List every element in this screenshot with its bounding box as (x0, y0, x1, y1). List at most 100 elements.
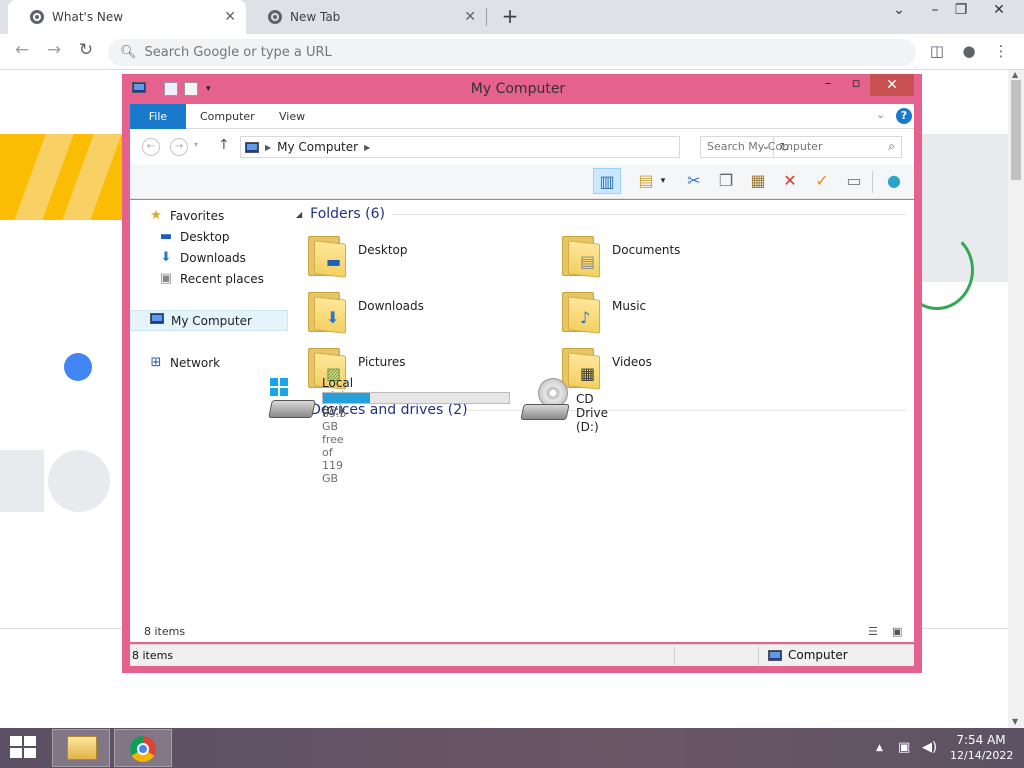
globe-icon[interactable]: ● (880, 168, 908, 194)
paste-icon[interactable]: ▦ (744, 168, 772, 194)
forward-icon[interactable]: → (170, 138, 188, 156)
up-icon[interactable]: ↑ (218, 137, 230, 153)
cut-icon[interactable]: ✂ (680, 168, 708, 194)
delete-icon[interactable]: ✕ (776, 168, 804, 194)
chrome-icon (130, 736, 156, 762)
omnibox[interactable]: 🔍︎ (108, 39, 916, 66)
folder-documents[interactable]: ▤ Documents (550, 228, 800, 280)
back-icon[interactable]: ← (10, 40, 34, 60)
properties-dropdown-icon[interactable]: ▾ (656, 168, 670, 194)
folder-music[interactable]: ♪ Music (550, 284, 800, 336)
drive-label: CD Drive (D:) (576, 392, 608, 434)
breadcrumb-arrow-icon[interactable]: ▶ (265, 143, 271, 152)
page-scrollbar[interactable]: ▲ ▼ (1008, 70, 1024, 728)
downloads-icon: ⬇ (160, 250, 172, 265)
nav-network[interactable]: ⊞ Network (130, 352, 288, 373)
folder-videos[interactable]: ▦ Videos (550, 340, 800, 392)
close-window-icon[interactable]: ✕ (986, 2, 1012, 18)
windows-logo-icon (10, 736, 36, 758)
rename-icon[interactable]: ▭ (840, 168, 868, 194)
content-pane: ◢ Folders (6) ▬ Desktop ▤ Documents ⬇ Do… (268, 200, 914, 622)
large-icons-view-icon[interactable]: ▣ (892, 625, 906, 638)
tab-separator (486, 8, 487, 26)
navigation-pane: ★ Favorites ▬ Desktop ⬇ Downloads ▣ Rece… (130, 200, 288, 622)
close-tab-icon[interactable]: ✕ (464, 9, 476, 25)
taskbar-chrome[interactable] (114, 729, 172, 767)
restore-icon[interactable]: ❐ (948, 2, 974, 18)
folder-desktop[interactable]: ▬ Desktop (296, 228, 546, 280)
desktop-icon: ▬ (159, 229, 173, 244)
preview-pane-icon[interactable]: ▥ (593, 168, 621, 194)
folders-group-header[interactable]: ◢ Folders (6) (296, 204, 906, 224)
checkmark-icon[interactable]: ✓ (808, 168, 836, 194)
ribbon-file-tab[interactable]: File (130, 104, 186, 129)
nav-label: Desktop (180, 229, 230, 244)
scroll-down-icon[interactable]: ▼ (1012, 717, 1018, 726)
ribbon: File Computer View ⌄ ? (130, 104, 914, 129)
folder-label: Documents (612, 243, 681, 257)
back-icon[interactable]: ← (142, 138, 160, 156)
nav-label: Network (170, 355, 221, 370)
scrollbar-thumb[interactable] (1011, 80, 1021, 180)
details-view-icon[interactable]: ☰ (868, 625, 882, 638)
search-input[interactable] (707, 140, 867, 153)
folder-downloads[interactable]: ⬇ Downloads (296, 284, 546, 336)
tab-new-tab[interactable]: New Tab ✕ (246, 0, 486, 34)
tab-title: What's New (52, 10, 124, 24)
group-divider (392, 214, 906, 215)
scroll-up-icon[interactable]: ▲ (1012, 70, 1018, 79)
drive-free-space: 89.5 GB free of 119 GB (322, 407, 347, 485)
nav-favorites[interactable]: ★ Favorites (130, 205, 288, 226)
status-bar: 8 items Computer (130, 644, 914, 666)
window-title: My Computer (470, 81, 566, 97)
close-icon[interactable]: ✕ (870, 74, 914, 96)
status-separator (674, 647, 675, 665)
breadcrumb-arrow-icon[interactable]: ▶ (364, 143, 370, 152)
nav-my-computer[interactable]: My Computer (130, 310, 288, 331)
explorer-titlebar[interactable]: ▾ My Computer – ▫ ✕ (122, 74, 922, 104)
forward-icon[interactable]: → (42, 40, 66, 60)
volume-icon[interactable]: ◀) (922, 740, 937, 755)
ribbon-tab-computer[interactable]: Computer (200, 110, 255, 123)
new-tab-button[interactable]: + (498, 4, 522, 28)
close-tab-icon[interactable]: ✕ (224, 9, 236, 25)
tab-whats-new[interactable]: What's New ✕ (8, 0, 246, 34)
side-panel-icon[interactable]: ◫ (926, 42, 948, 60)
nav-downloads[interactable]: ⬇ Downloads (130, 247, 288, 268)
nav-desktop[interactable]: ▬ Desktop (130, 226, 288, 247)
breadcrumb-my-computer[interactable]: My Computer (277, 140, 358, 154)
profile-avatar-icon[interactable]: ● (958, 42, 980, 60)
menu-kebab-icon[interactable]: ⋮ (990, 42, 1012, 60)
file-explorer-icon (67, 736, 97, 760)
taskbar-file-explorer[interactable] (52, 729, 110, 767)
chrome-logo-icon (268, 10, 282, 24)
recent-locations-icon[interactable]: ▾ (194, 140, 198, 149)
copy-icon[interactable]: ❐ (712, 168, 740, 194)
search-box[interactable]: ⌕ (700, 136, 902, 158)
nav-recent-places[interactable]: ▣ Recent places (130, 268, 288, 289)
minimize-icon[interactable]: – (922, 2, 948, 18)
maximize-icon[interactable]: ▫ (842, 76, 870, 96)
folder-icon: ⬇ (308, 288, 348, 334)
nav-label: Favorites (170, 208, 225, 223)
network-tray-icon[interactable]: ▣ (898, 740, 910, 755)
tab-search-icon[interactable]: ⌄ (886, 2, 912, 18)
decor-dot (64, 353, 92, 381)
start-button[interactable] (0, 728, 48, 768)
computer-icon (245, 141, 259, 153)
folder-icon: ▤ (562, 232, 602, 278)
show-hidden-icons-icon[interactable]: ▲ (876, 743, 883, 753)
expand-ribbon-icon[interactable]: ⌄ (876, 108, 885, 121)
clock-time[interactable]: 7:54 AM (950, 733, 1012, 747)
reload-icon[interactable]: ↻ (74, 40, 98, 60)
ribbon-tab-view[interactable]: View (279, 110, 305, 123)
collapse-icon[interactable]: ◢ (296, 210, 302, 219)
decor-shape (48, 450, 110, 512)
address-bar[interactable]: ▶ My Computer ▶ ⌄ ↻ (240, 136, 790, 158)
clock-date[interactable]: 12/14/2022 (950, 749, 1013, 762)
minimize-icon[interactable]: – (814, 76, 842, 96)
status-location: Computer (768, 648, 848, 662)
help-icon[interactable]: ? (896, 108, 912, 124)
folder-label: Pictures (358, 355, 406, 369)
omnibox-input[interactable] (144, 45, 845, 60)
